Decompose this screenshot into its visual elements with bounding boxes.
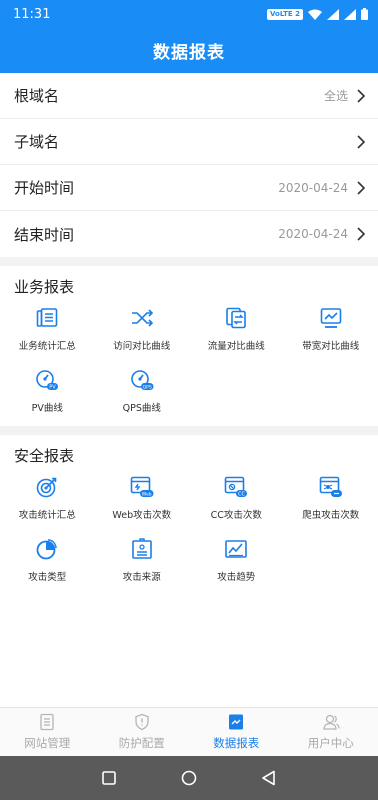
- qps-gauge-icon: QPS: [130, 370, 154, 391]
- tab-user-center[interactable]: 用户中心: [284, 708, 378, 756]
- system-nav-bar: [0, 756, 378, 800]
- section-title: 安全报表: [14, 447, 75, 465]
- business-report-section: 业务报表 业务统计汇总 访问对比曲线 流量对比曲线 带宽对比曲线 PV PV曲线…: [0, 266, 378, 426]
- app-header: 11:31 VoLTE 2 数据报表: [0, 0, 378, 73]
- filter-label: 子域名: [14, 133, 60, 151]
- bottom-tab-bar: 网站管理 防护配置 数据报表 用户中心: [0, 707, 378, 756]
- crawler-attack-tile[interactable]: 爬虫攻击次数: [284, 471, 378, 533]
- filter-start-time[interactable]: 开始时间 2020-04-24: [0, 165, 378, 211]
- trend-chart-icon: [225, 540, 248, 558]
- tile-label: 流量对比曲线: [207, 341, 265, 352]
- battery-icon: [361, 8, 368, 20]
- tile-label: 攻击类型: [28, 572, 67, 583]
- status-icons: VoLTE 2: [266, 8, 368, 20]
- chart-icon: [229, 714, 244, 730]
- tile-label: QPS曲线: [122, 403, 161, 414]
- qps-curve-tile[interactable]: QPS QPS曲线: [95, 364, 190, 426]
- cc-attack-icon: CC: [224, 476, 248, 498]
- bandwidth-compare-tile[interactable]: 带宽对比曲线: [284, 302, 378, 364]
- tile-label: 业务统计汇总: [18, 341, 76, 352]
- volte-badge: VoLTE 2: [266, 8, 303, 20]
- security-report-section: 安全报表 攻击统计汇总 Web Web攻击次数 CC CC攻击次数 爬虫攻击次数…: [0, 435, 378, 707]
- tile-label: 攻击趋势: [217, 572, 256, 583]
- svg-text:Web: Web: [142, 492, 152, 498]
- filter-value: 2020-04-24: [278, 227, 348, 241]
- tile-label: PV曲线: [31, 403, 63, 414]
- bandwidth-monitor-icon: [320, 308, 342, 328]
- tab-data-report[interactable]: 数据报表: [189, 708, 284, 756]
- chevron-right-icon: [357, 227, 366, 241]
- attack-type-tile[interactable]: 攻击类型: [0, 533, 95, 595]
- traffic-compare-tile[interactable]: 流量对比曲线: [189, 302, 284, 364]
- tile-label: 攻击统计汇总: [18, 510, 76, 521]
- web-attack-icon: Web: [130, 476, 154, 498]
- target-icon: [36, 477, 57, 498]
- status-time: 11:31: [13, 6, 51, 22]
- filter-label: 开始时间: [14, 179, 75, 197]
- attack-summary-tile[interactable]: 攻击统计汇总: [0, 471, 95, 533]
- filter-root-domain[interactable]: 根域名 全选: [0, 73, 378, 119]
- shield-icon: [135, 713, 149, 731]
- svg-text:QPS: QPS: [142, 385, 151, 391]
- chevron-right-icon: [357, 88, 366, 103]
- filter-value: 全选: [323, 89, 348, 103]
- attack-trend-tile[interactable]: 攻击趋势: [189, 533, 284, 595]
- filter-list: 根域名 全选 子域名 开始时间 2020-04-24 结束时间 2020-04-…: [0, 73, 378, 257]
- tile-label: Web攻击次数: [112, 510, 172, 521]
- pv-curve-tile[interactable]: PV PV曲线: [0, 364, 95, 426]
- status-bar: 11:31 VoLTE 2: [0, 0, 378, 28]
- filter-value: 2020-04-24: [278, 180, 348, 195]
- document-icon: [40, 713, 54, 731]
- tab-label: 数据报表: [213, 736, 260, 750]
- filter-sub-domain[interactable]: 子域名: [0, 119, 378, 165]
- user-icon: [323, 714, 340, 730]
- filter-label: 结束时间: [14, 225, 75, 244]
- chevron-right-icon: [357, 134, 366, 149]
- tile-label: 访问对比曲线: [113, 341, 171, 352]
- signal-icon-2: [344, 8, 356, 20]
- filter-end-time[interactable]: 结束时间 2020-04-24: [0, 211, 378, 257]
- web-attack-tile[interactable]: Web Web攻击次数: [95, 471, 190, 533]
- tab-protection-config[interactable]: 防护配置: [95, 708, 190, 756]
- report-summary-icon: [36, 308, 58, 327]
- security-report-grid: 攻击统计汇总 Web Web攻击次数 CC CC攻击次数 爬虫攻击次数 攻击类型…: [0, 471, 378, 595]
- tile-label: 带宽对比曲线: [302, 341, 360, 352]
- back-icon[interactable]: [260, 769, 278, 787]
- pie-chart-icon: [36, 539, 57, 560]
- business-report-grid: 业务统计汇总 访问对比曲线 流量对比曲线 带宽对比曲线 PV PV曲线 QPS …: [0, 302, 378, 426]
- tile-label: 攻击来源: [122, 572, 161, 583]
- tab-label: 网站管理: [24, 736, 71, 750]
- business-summary-tile[interactable]: 业务统计汇总: [0, 302, 95, 364]
- wifi-icon: [308, 9, 322, 20]
- traffic-compare-icon: [226, 307, 247, 329]
- shuffle-compare-icon: [131, 309, 153, 327]
- pv-gauge-icon: PV: [36, 370, 59, 391]
- page-title: 数据报表: [153, 43, 225, 63]
- source-building-icon: [131, 538, 152, 559]
- home-icon[interactable]: [180, 769, 198, 787]
- cc-attack-tile[interactable]: CC CC攻击次数: [189, 471, 284, 533]
- access-compare-tile[interactable]: 访问对比曲线: [95, 302, 190, 364]
- tab-label: 用户中心: [307, 736, 354, 750]
- tab-label: 防护配置: [118, 736, 165, 750]
- signal-icon: [327, 8, 339, 20]
- attack-source-tile[interactable]: 攻击来源: [95, 533, 190, 595]
- svg-text:PV: PV: [50, 385, 57, 391]
- tab-site-management[interactable]: 网站管理: [0, 708, 95, 756]
- tile-label: 爬虫攻击次数: [302, 510, 360, 521]
- section-title: 业务报表: [14, 278, 75, 296]
- filter-label: 根域名: [14, 87, 60, 105]
- recent-apps-icon[interactable]: [100, 769, 118, 787]
- svg-text:CC: CC: [238, 492, 245, 498]
- chevron-right-icon: [357, 180, 366, 195]
- crawler-attack-icon: [319, 476, 342, 497]
- tile-label: CC攻击次数: [210, 510, 262, 521]
